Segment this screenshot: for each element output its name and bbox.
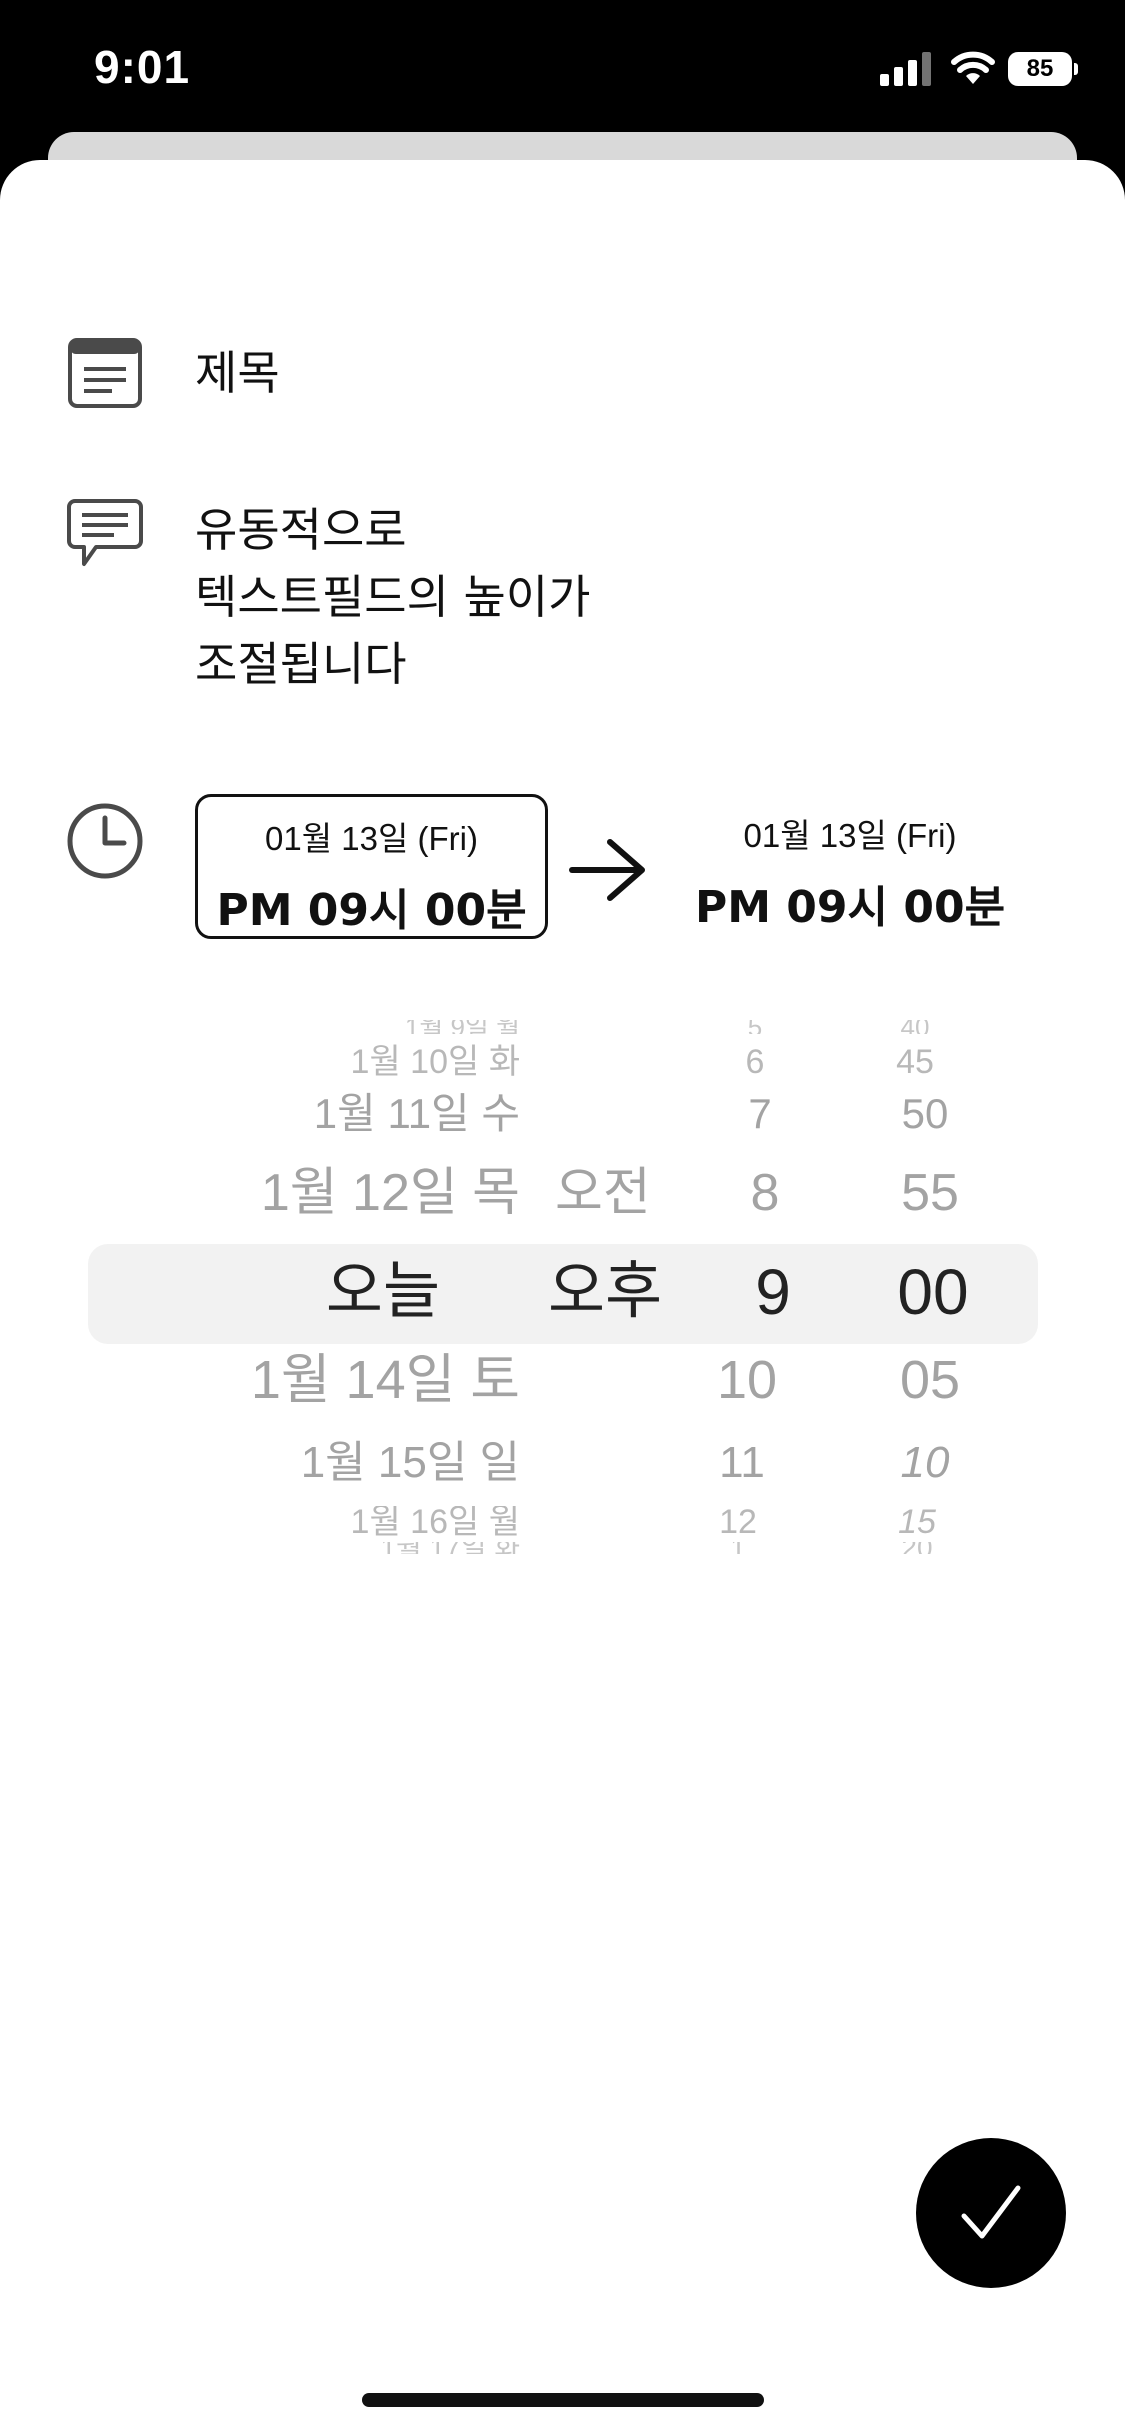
picker-item: 45 [896,1043,934,1081]
picker-item-selected: 오후 [548,1257,663,1326]
picker-item: 5 [700,1020,810,1034]
picker-item: 오전 [555,1164,651,1222]
picker-item: 50 [901,1090,949,1137]
comment-icon [67,499,143,566]
picker-item: 7 [748,1090,772,1137]
picker-item: 1월 16일 월 [350,1506,520,1538]
picker-item-selected: 9 [755,1256,791,1328]
title-field[interactable]: 제목 [195,337,280,403]
document-icon [68,338,142,408]
picker-item: 40 [860,1020,970,1034]
picker-item: 1월 14일 토 [250,1350,520,1410]
picker-item: 1월 17일 화 [380,1542,520,1554]
start-time: PM 09시 00분 [216,885,527,936]
confirm-button[interactable] [916,2138,1066,2288]
home-indicator[interactable] [362,2393,764,2407]
picker-item: 1월 11일 수 [313,1090,520,1137]
picker-item-selected: 오늘 [325,1257,440,1326]
start-time-button[interactable]: 01월 13일 (Fri) PM 09시 00분 [195,794,548,939]
picker-item: 1월 15일 일 [300,1438,520,1487]
picker-item: 55 [901,1164,959,1222]
end-time: PM 09시 00분 [694,882,1006,933]
memo-line: 텍스트필드의 높이가 [195,570,591,624]
picker-item: 1월 9일 월 [405,1020,520,1034]
picker-item: 20 [862,1542,972,1554]
battery-icon: 85 [1008,52,1078,86]
battery-tip [1074,63,1078,75]
picker-item: 15 [898,1506,936,1538]
picker-item: 11 [719,1438,765,1487]
cellular-signal-icon [880,52,931,86]
picker-item: 1 [683,1542,793,1554]
picker-item: 8 [750,1164,780,1222]
picker-item-selected: 00 [897,1256,969,1328]
picker-item: 1월 10일 화 [350,1043,520,1081]
picker-item: 6 [745,1043,765,1081]
clock-icon [67,803,143,879]
wifi-icon [951,51,995,84]
arrow-right-icon [569,839,645,901]
start-date: 01월 13일 (Fri) [265,820,478,857]
picker-item: 12 [719,1506,757,1538]
memo-field[interactable]: 유동적으로 텍스트필드의 높이가 조절됩니다 [195,497,591,698]
status-time: 9:01 [94,41,191,93]
battery-level: 85 [1008,52,1072,86]
date-time-picker[interactable]: 1월 9일 월 1월 10일 화 1월 11일 수 1월 12일 목 오늘 1월… [0,1020,1125,1560]
picker-item: 10 [716,1350,778,1410]
picker-item: 05 [899,1350,961,1410]
picker-item: 1월 12일 목 [260,1164,520,1222]
status-bar: 9:01 85 [0,0,1125,150]
memo-line: 유동적으로 [195,503,407,557]
end-time-button[interactable]: 01월 13일 (Fri) PM 09시 00분 [670,794,1030,939]
check-icon [961,2185,1021,2239]
end-date: 01월 13일 (Fri) [743,817,957,854]
memo-line: 조절됩니다 [195,637,407,691]
picker-item: 10 [900,1438,950,1487]
